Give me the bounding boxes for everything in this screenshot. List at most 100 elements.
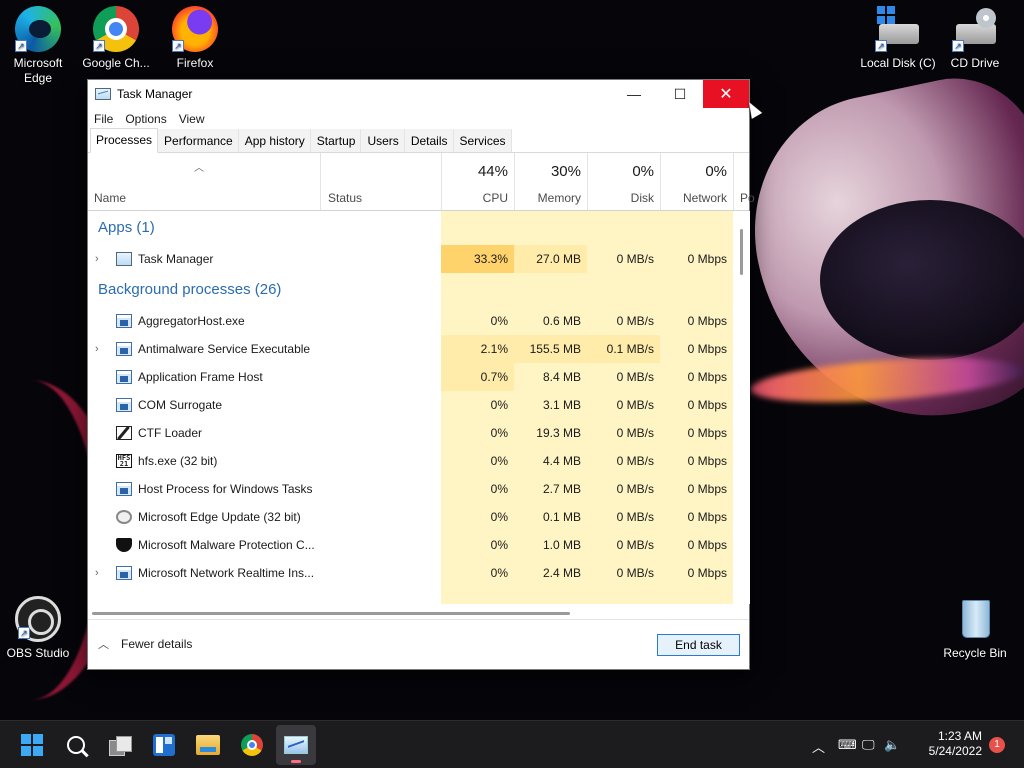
table-row[interactable]: Microsoft Edge Update (32 bit) 0% 0.1 MB… — [88, 503, 733, 531]
desktop-icon-google-chrome[interactable]: ↗ Google Ch... — [78, 6, 154, 71]
task-view-button[interactable] — [100, 725, 140, 765]
tab-processes[interactable]: Processes — [90, 128, 159, 153]
menu-view[interactable]: View — [179, 112, 205, 126]
app-window-icon — [116, 342, 132, 356]
desktop-icon-recycle-bin[interactable]: Recycle Bin — [937, 596, 1013, 661]
table-row[interactable]: HFS 21 hfs.exe (32 bit) 0% 4.4 MB 0 MB/s … — [88, 447, 733, 475]
chrome-icon: ↗ — [93, 6, 139, 52]
process-memory: 0.1 MB — [514, 503, 587, 531]
tab-users[interactable]: Users — [361, 129, 405, 152]
column-network-percent[interactable]: 0% — [660, 163, 727, 180]
process-memory: 2.4 MB — [514, 559, 587, 587]
tab-performance[interactable]: Performance — [158, 129, 239, 152]
table-row[interactable] — [88, 587, 733, 604]
menu-options[interactable]: Options — [125, 112, 166, 126]
desktop-icon-obs-studio[interactable]: ↗ OBS Studio — [0, 596, 76, 661]
column-cpu[interactable]: CPU — [441, 191, 508, 205]
search-icon — [67, 736, 85, 754]
local-disk-icon: ↗ — [875, 6, 921, 52]
process-name: AggregatorHost.exe — [138, 314, 245, 328]
column-disk-percent[interactable]: 0% — [587, 163, 654, 180]
process-cpu: 0% — [441, 475, 514, 503]
process-network: 0 Mbps — [660, 307, 733, 335]
obs-icon: ↗ — [15, 596, 61, 642]
table-row[interactable]: › Task Manager 33.3% 27.0 MB 0 MB/s 0 Mb… — [88, 245, 733, 273]
column-disk[interactable]: Disk — [587, 191, 654, 205]
keyboard-icon[interactable]: ⌨ — [838, 737, 857, 753]
desktop-icon-label: OBS Studio — [6, 646, 70, 660]
tab-services[interactable]: Services — [453, 129, 512, 152]
column-name[interactable]: Name — [94, 191, 126, 205]
notification-badge[interactable]: 1 — [989, 737, 1005, 753]
column-power-partial[interactable]: Po — [740, 191, 755, 205]
task-manager-taskbar-button[interactable] — [276, 725, 316, 765]
maximize-button[interactable]: ☐ — [657, 80, 703, 108]
menu-file[interactable]: File — [94, 112, 113, 126]
column-cpu-percent[interactable]: 44% — [441, 163, 508, 180]
desktop-icon-cd-drive[interactable]: ↗ CD Drive — [937, 6, 1013, 71]
process-network: 0 Mbps — [660, 531, 733, 559]
end-task-button[interactable]: End task — [657, 634, 740, 656]
process-network: 0 Mbps — [660, 559, 733, 587]
recycle-bin-icon — [952, 596, 998, 642]
desktop-icon-microsoft-edge[interactable]: ↗ Microsoft Edge — [0, 6, 76, 86]
table-row[interactable]: COM Surrogate 0% 3.1 MB 0 MB/s 0 Mbps — [88, 391, 733, 419]
tab-details[interactable]: Details — [404, 129, 454, 152]
process-network: 0 Mbps — [660, 391, 733, 419]
process-disk: 0 MB/s — [587, 391, 660, 419]
start-button[interactable] — [12, 725, 52, 765]
task-manager-icon — [95, 88, 111, 100]
table-row[interactable]: Microsoft Malware Protection C... 0% 1.0… — [88, 531, 733, 559]
tab-app-history[interactable]: App history — [238, 129, 311, 152]
clock[interactable]: 1:23 AM 5/24/2022 — [929, 729, 982, 759]
chevron-up-icon[interactable]: ︿ — [812, 737, 825, 756]
process-disk: 0.1 MB/s — [587, 335, 660, 363]
process-name: Microsoft Network Realtime Ins... — [138, 566, 315, 580]
table-row[interactable]: Application Frame Host 0.7% 8.4 MB 0 MB/… — [88, 363, 733, 391]
search-button[interactable] — [56, 725, 96, 765]
clock-time: 1:23 AM — [937, 729, 982, 743]
edge-icon: ↗ — [15, 6, 61, 52]
group-title-background: Background processes (26) — [98, 281, 282, 298]
process-disk: 0 MB/s — [587, 503, 660, 531]
minimize-button[interactable]: — — [611, 80, 657, 108]
hfs-icon: HFS 21 — [116, 454, 132, 468]
process-cpu: 0% — [441, 531, 514, 559]
chrome-taskbar-button[interactable] — [232, 725, 272, 765]
widgets-button[interactable] — [144, 725, 184, 765]
chrome-icon — [241, 734, 263, 756]
process-name: Application Frame Host — [138, 370, 263, 384]
process-name: Host Process for Windows Tasks — [138, 482, 313, 496]
process-disk: 0 MB/s — [587, 363, 660, 391]
process-name: Microsoft Malware Protection C... — [138, 538, 315, 552]
volume-icon[interactable]: 🔈 — [884, 737, 900, 753]
process-cpu: 0% — [441, 419, 514, 447]
desktop-icon-local-disk[interactable]: ↗ Local Disk (C) — [858, 6, 938, 71]
column-network[interactable]: Network — [660, 191, 727, 205]
column-memory-percent[interactable]: 30% — [514, 163, 581, 180]
close-button[interactable]: ✕ — [703, 80, 749, 108]
file-explorer-button[interactable] — [188, 725, 228, 765]
column-status[interactable]: Status — [328, 191, 362, 205]
table-row[interactable]: › Microsoft Network Realtime Ins... 0% 2… — [88, 559, 733, 587]
table-row[interactable]: Host Process for Windows Tasks 0% 2.7 MB… — [88, 475, 733, 503]
process-cpu: 0% — [441, 559, 514, 587]
desktop-icon-firefox[interactable]: ↗ Firefox — [157, 6, 233, 71]
tab-startup[interactable]: Startup — [310, 129, 362, 152]
table-row[interactable]: CTF Loader 0% 19.3 MB 0 MB/s 0 Mbps — [88, 419, 733, 447]
fewer-details-button[interactable]: ︿ Fewer details — [98, 636, 192, 652]
process-memory: 1.0 MB — [514, 531, 587, 559]
process-memory: 4.4 MB — [514, 447, 587, 475]
vertical-scrollbar[interactable] — [733, 211, 750, 604]
column-memory[interactable]: Memory — [514, 191, 581, 205]
footer-bar: ︿ Fewer details End task — [88, 619, 749, 669]
table-row[interactable]: AggregatorHost.exe 0% 0.6 MB 0 MB/s 0 Mb… — [88, 307, 733, 335]
expand-chevron-icon[interactable]: › — [95, 245, 99, 273]
title-bar[interactable]: Task Manager — ☐ ✕ — [88, 80, 749, 108]
table-row[interactable]: › Antimalware Service Executable 2.1% 15… — [88, 335, 733, 363]
process-network: 0 Mbps — [660, 419, 733, 447]
network-icon[interactable]: 🖵 — [862, 737, 875, 753]
expand-chevron-icon[interactable]: › — [95, 559, 99, 587]
expand-chevron-icon[interactable]: › — [95, 335, 99, 363]
process-disk: 0 MB/s — [587, 559, 660, 587]
